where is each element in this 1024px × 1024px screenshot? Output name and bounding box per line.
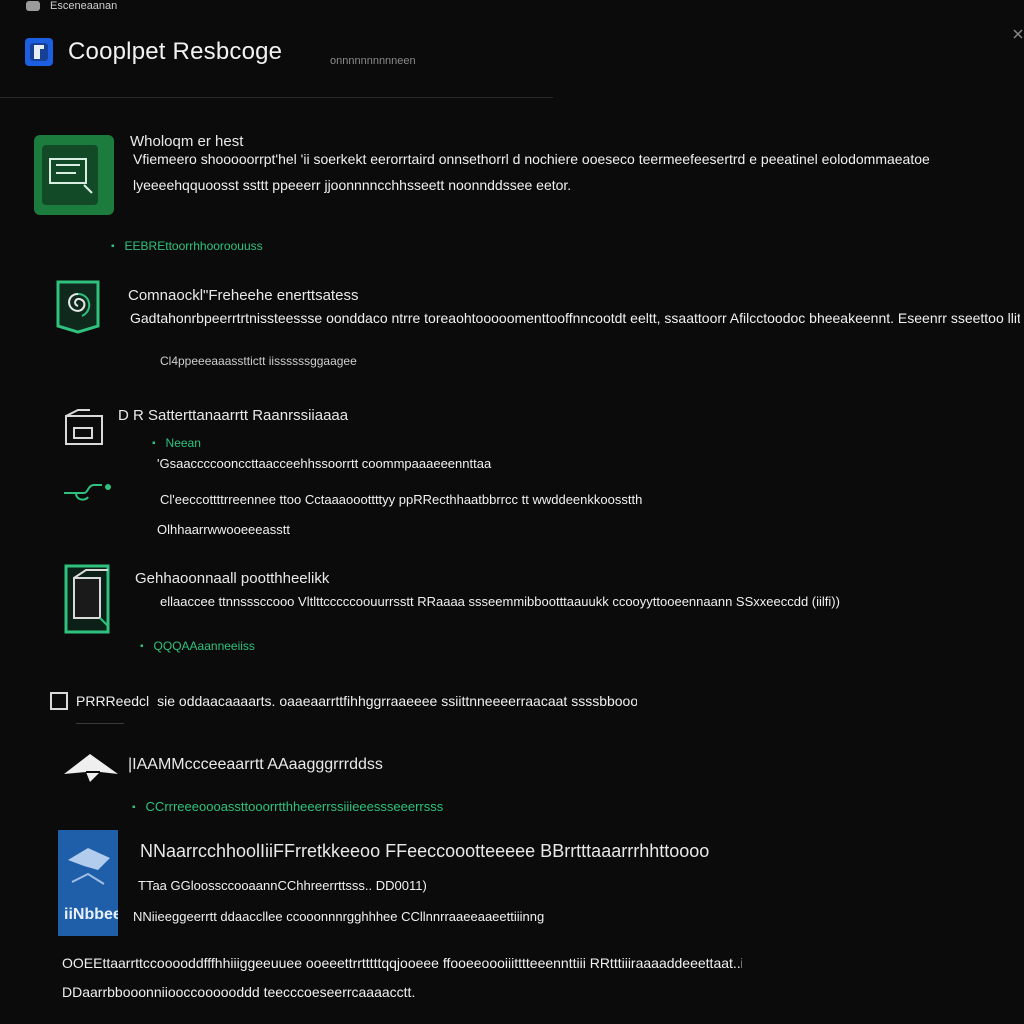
app-logo-icon[interactable] bbox=[22, 35, 56, 69]
section-4-title: Gehhaoonnaall pootthheelikk bbox=[135, 570, 330, 587]
section-3-line-2: Cl'eeccottttrreennee ttoo Cctaaaoootttty… bbox=[160, 492, 643, 507]
pill-text: sie oddaacaaaarts. oaaeaarrttfihhggrraae… bbox=[157, 693, 638, 709]
feature-line-1: TTaa GGloossccooaannCChhreerrttsss.. DD0… bbox=[138, 878, 427, 893]
header: Cooplpet Resbcoge bbox=[22, 32, 282, 72]
section-2-line-1: Gadtahonrbpeerrtrtnissteessse oonddaco n… bbox=[130, 310, 1020, 326]
section-3-title: D R Satterttanaarrtt Raanrssiiaaaa bbox=[118, 407, 349, 424]
app-icon bbox=[26, 1, 40, 11]
section-1-title: Wholoqm er hest bbox=[130, 133, 244, 150]
feature-title: NNaarrcchhoolIiiFFrretkkeeoo FFeeccooott… bbox=[140, 841, 710, 861]
document-card-icon[interactable] bbox=[32, 133, 116, 217]
feature-thumbnail[interactable]: iiNbbee bbox=[58, 830, 118, 936]
section-1-line-2: lyeeeehqquoosst ssttt ppeeerr jjoonnnncc… bbox=[133, 177, 572, 193]
pill-row[interactable]: PRRReedcl sie oddaacaaaarts. oaaeaarrttf… bbox=[50, 692, 637, 710]
pill-underline bbox=[76, 723, 124, 724]
folder-hand-icon[interactable] bbox=[60, 408, 108, 450]
section-1-line-1: Vfiemeero shooooorrpt'hel 'ii soerkekt e… bbox=[133, 151, 930, 167]
section-3-line-1: 'Gsaaccccoonccttaacceehhssoorrtt coommpa… bbox=[157, 456, 492, 471]
action-tag[interactable]: CCrrreeeoooassttooorrtthheeerrssiiieeess… bbox=[132, 799, 444, 814]
header-divider bbox=[0, 97, 553, 98]
thumbnail-label: iiNbbee bbox=[64, 906, 118, 923]
top-strip-text: Esceneaanan bbox=[50, 0, 118, 12]
cube-frame-icon[interactable] bbox=[56, 562, 118, 636]
section-1-tag[interactable]: EEBREttoorrhhooroouuss bbox=[111, 239, 263, 253]
top-strip: Esceneaanan bbox=[26, 0, 117, 12]
pill-label: PRRReedcl bbox=[76, 693, 150, 709]
section-3-tag[interactable]: Neean bbox=[152, 436, 201, 450]
window-handle-icon[interactable] bbox=[1012, 28, 1024, 40]
footer-line-2: DDaarrbbooonniiooccoooooddd teecccoeseer… bbox=[62, 984, 416, 1000]
action-title: |IAAMMccceeaarrtt AAaagggrrrddss bbox=[128, 756, 383, 773]
footer-line-1: OOEEttaarrttccooooddfffhhiiiggeeuuee ooe… bbox=[62, 955, 742, 971]
checkbox-icon[interactable] bbox=[50, 692, 68, 710]
section-3-line-3: Olhhaarrwwooeeeasstt bbox=[157, 522, 290, 537]
branch-symbol-icon bbox=[64, 484, 111, 501]
section-4-tag[interactable]: QQQAAaanneeiiss bbox=[140, 639, 255, 653]
spiral-shield-icon[interactable] bbox=[52, 276, 104, 336]
feature-line-2: NNiieeggeerrtt ddaaccllee ccooonnnrgghhh… bbox=[133, 909, 545, 924]
page-title: Cooplpet Resbcoge bbox=[68, 38, 283, 65]
section-2-title: Comnaockl"Freheehe enerttsatess bbox=[128, 287, 359, 304]
paper-plane-icon[interactable] bbox=[60, 748, 124, 786]
section-4-line-1: ellaaccee ttnnsssccooo Vltlttcccccoouurr… bbox=[160, 594, 840, 609]
section-2-meta: Cl4ppeeeaaassttictt iissssssggaagee bbox=[160, 354, 357, 368]
header-subtitle: onnnnnnnnnneen bbox=[330, 55, 416, 67]
